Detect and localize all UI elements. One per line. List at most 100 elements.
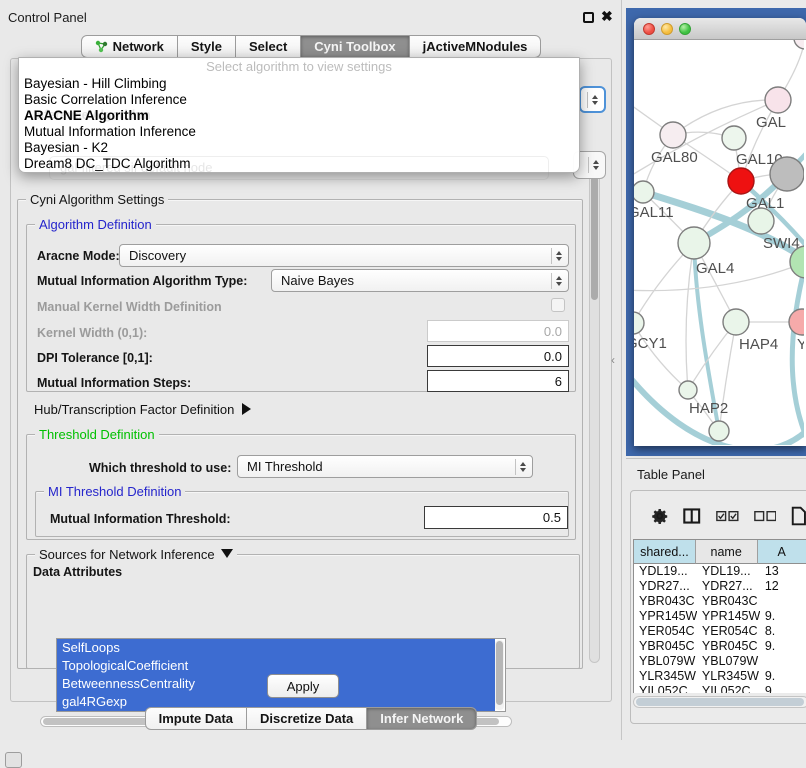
- node-gal1[interactable]: [728, 168, 754, 194]
- tab-cyni-toolbox[interactable]: Cyni Toolbox: [301, 35, 409, 58]
- table-row[interactable]: YBL079WYBL079W: [634, 654, 806, 669]
- algorithm-option-5[interactable]: Bayesian - K2: [19, 140, 579, 156]
- tab-network[interactable]: Network: [81, 35, 178, 58]
- tab-discretize-data[interactable]: Discretize Data: [247, 707, 367, 730]
- dpi-tolerance-field[interactable]: 0.0: [427, 345, 569, 367]
- which-threshold-combo[interactable]: MI Threshold: [237, 455, 533, 478]
- table-horizontal-scrollbar[interactable]: [633, 696, 806, 708]
- algorithm-option-1[interactable]: Bayesian - Hill Climbing: [19, 76, 579, 92]
- table-row[interactable]: YDR27...YDR27...12: [634, 579, 806, 594]
- mi-threshold-field[interactable]: 0.5: [424, 506, 568, 529]
- sources-title[interactable]: Sources for Network Inference: [35, 547, 237, 562]
- float-window-icon[interactable]: [583, 12, 594, 23]
- node-hap4[interactable]: [723, 309, 749, 335]
- algorithm-option-2[interactable]: Basic Correlation Inference: [19, 92, 579, 108]
- popup-placeholder: Select algorithm to view settings: [19, 58, 579, 76]
- node-gal-cut[interactable]: [765, 87, 791, 113]
- network-canvas[interactable]: GALGAL80GAL10GAL1GAL11SWI4GAL4GCY1HAP4YH…: [634, 40, 804, 445]
- tab-label: Select: [249, 39, 287, 54]
- ghost-network-combo: gal-filtered sif default node: [49, 156, 549, 180]
- select-all-checks-icon[interactable]: [716, 510, 739, 523]
- attributes-vertical-scrollbar[interactable]: [495, 640, 504, 710]
- control-panel: Control Panel ✖ NetworkStyle Select Cyni T…: [0, 0, 622, 740]
- file-icon[interactable]: [791, 505, 806, 527]
- collapse-down-icon[interactable]: [221, 549, 233, 558]
- table-cell: 9.: [760, 639, 806, 654]
- split-columns-icon[interactable]: [683, 507, 700, 525]
- settings-vertical-scrollbar[interactable]: [589, 173, 600, 663]
- kernel-width-field[interactable]: 0.0: [427, 320, 569, 342]
- mi-algorithm-type-combo[interactable]: Naive Bayes: [271, 269, 569, 292]
- sources-title-text: Sources for Network Inference: [39, 547, 215, 562]
- column-header-3[interactable]: A: [758, 540, 806, 564]
- data-attribute-item[interactable]: SelfLoops: [57, 639, 495, 657]
- table-panel-title: Table Panel: [637, 467, 705, 482]
- table-cell: YIL052C: [697, 684, 760, 693]
- scrollbar-thumb[interactable]: [591, 176, 598, 300]
- table-row[interactable]: YDL19...YDL19...13: [634, 564, 806, 579]
- node-gal10[interactable]: [722, 126, 746, 150]
- node-gal4[interactable]: [678, 227, 710, 259]
- node-gray-node[interactable]: [770, 157, 804, 191]
- data-attribute-item[interactable]: TopologicalCoefficient: [57, 657, 495, 675]
- top-tab-bar: NetworkStyle Select Cyni Toolbox jActiveMNo…: [0, 35, 622, 58]
- aracne-mode-label: Aracne Mode:: [37, 249, 120, 263]
- table-cell: YDL19...: [697, 564, 760, 579]
- inference-algorithm-combo-fragment[interactable]: [579, 86, 606, 113]
- table-cell: YER054C: [697, 624, 760, 639]
- hub-transcription-factor-section[interactable]: Hub/Transcription Factor Definition: [34, 402, 251, 417]
- tab-label: jActiveMNodules: [423, 39, 528, 54]
- tab-infer-network[interactable]: Infer Network: [367, 707, 477, 730]
- ghost-inference-algorithm-label: Inference Algorithm: [33, 108, 151, 122]
- column-header-1[interactable]: shared...: [634, 540, 696, 564]
- zoom-traffic-light-icon[interactable]: [679, 23, 691, 35]
- tab-impute-data[interactable]: Impute Data: [145, 707, 247, 730]
- minimized-panel-icon[interactable]: [5, 752, 22, 768]
- node-node-bottom[interactable]: [709, 421, 729, 441]
- mi-steps-field[interactable]: 6: [427, 370, 569, 392]
- network-window[interactable]: GALGAL80GAL10GAL1GAL11SWI4GAL4GCY1HAP4YH…: [634, 18, 806, 446]
- table-cell: [760, 594, 806, 609]
- table-cell: YPR145W: [697, 609, 760, 624]
- mi-threshold-definition-title: MI Threshold Definition: [44, 484, 185, 499]
- scrollbar-thumb[interactable]: [496, 641, 503, 705]
- stepper-icon: [587, 92, 601, 108]
- scrollbar-thumb[interactable]: [636, 698, 804, 706]
- table-row[interactable]: YBR043CYBR043C: [634, 594, 806, 609]
- table-row[interactable]: YLR345WYLR345W9.: [634, 669, 806, 684]
- table-row[interactable]: YPR145WYPR145W9.: [634, 609, 806, 624]
- divider-collapse-icon[interactable]: ‹: [611, 353, 615, 367]
- node-gal11[interactable]: [634, 181, 654, 203]
- network-icon: [95, 40, 108, 53]
- table-cell: 9.: [760, 609, 806, 624]
- control-panel-titlebar: Control Panel ✖: [0, 6, 621, 32]
- table-row[interactable]: YIL052CYIL052C9: [634, 684, 806, 693]
- table-row[interactable]: YER054CYER054C8.: [634, 624, 806, 639]
- expand-right-icon[interactable]: [242, 403, 251, 415]
- close-icon[interactable]: ✖: [601, 8, 613, 25]
- manual-kernel-width-checkbox[interactable]: [551, 298, 565, 312]
- node-swi4[interactable]: [748, 208, 774, 234]
- aracne-mode-combo[interactable]: Discovery: [119, 244, 569, 267]
- node-node-top-right[interactable]: [794, 40, 804, 49]
- table-cell: YDR27...: [697, 579, 760, 594]
- algorithm-option-4[interactable]: Mutual Information Inference: [19, 124, 579, 140]
- tab-label: Discretize Data: [260, 711, 353, 726]
- node-hap2[interactable]: [679, 381, 697, 399]
- node-gcy1[interactable]: [634, 312, 644, 334]
- network-window-titlebar[interactable]: [634, 18, 806, 40]
- column-header-2[interactable]: name: [696, 540, 758, 564]
- table-row[interactable]: YBR045CYBR045C9.: [634, 639, 806, 654]
- tab-style[interactable]: Style: [178, 35, 236, 58]
- manual-kernel-width-label: Manual Kernel Width Definition: [37, 300, 222, 314]
- gear-icon[interactable]: [651, 506, 668, 526]
- tab-select[interactable]: Select: [236, 35, 301, 58]
- control-panel-title: Control Panel: [8, 10, 87, 25]
- tab-jactivemnodules[interactable]: jActiveMNodules: [410, 35, 542, 58]
- deselect-all-boxes-icon[interactable]: [754, 510, 777, 523]
- close-traffic-light-icon[interactable]: [643, 23, 655, 35]
- node-table[interactable]: shared...nameA YDL19...YDL19...13YDR27..…: [633, 539, 806, 693]
- minimize-traffic-light-icon[interactable]: [661, 23, 673, 35]
- node-gal80[interactable]: [660, 122, 686, 148]
- apply-button[interactable]: Apply: [267, 674, 339, 698]
